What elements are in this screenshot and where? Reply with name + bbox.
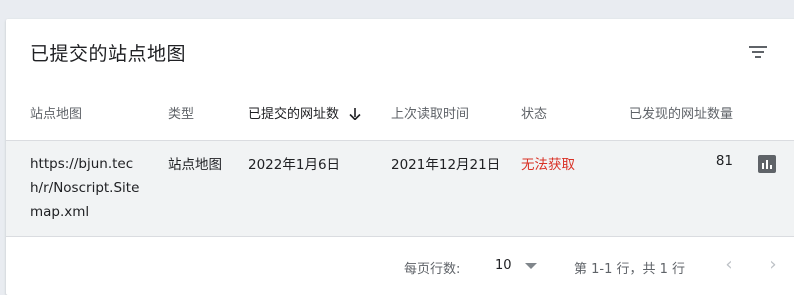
status-badge: 无法获取 [521,157,575,173]
column-header-type[interactable]: 类型 [168,103,194,122]
chevron-left-icon: ‹ [725,254,733,275]
discovered-count: 81 [715,153,733,169]
last-read-date: 2021年12月21日 [391,157,501,173]
table-header-row: 站点地图 类型 已提交的网址数 上次读取时间 状态 已发现的网址数量 [6,89,794,141]
arrow-down-icon [349,108,361,120]
rows-per-page-select[interactable]: 10 [495,258,512,273]
sitemap-type: 站点地图 [168,157,222,173]
column-header-sitemap[interactable]: 站点地图 [30,103,82,122]
sitemap-url[interactable]: https://bjun.tech/r/Noscript.Sitemap.xml [30,152,146,224]
chevron-right-icon: › [769,254,777,275]
rows-per-page-label: 每页行数: [404,262,461,277]
submitted-date: 2022年1月6日 [248,157,341,173]
pagination-bar: 每页行数: 10 第 1-1 行，共 1 行 ‹ › [6,238,794,295]
filter-button[interactable] [744,38,772,66]
filter-list-icon [749,46,767,58]
column-header-discovered[interactable]: 已发现的网址数量 [629,103,733,122]
previous-page-button[interactable]: ‹ [717,253,741,277]
submitted-sitemaps-card: 已提交的站点地图 站点地图 类型 已提交的网址数 上次读取时间 状态 已发现的网… [6,19,794,295]
card-title: 已提交的站点地图 [30,43,187,65]
pagination-range: 第 1-1 行，共 1 行 [574,262,686,277]
table-row[interactable]: https://bjun.tech/r/Noscript.Sitemap.xml… [6,141,794,237]
next-page-button[interactable]: › [761,253,785,277]
chevron-down-icon[interactable] [525,263,537,269]
column-header-submitted[interactable]: 已提交的网址数 [248,103,361,122]
column-header-status[interactable]: 状态 [521,103,547,122]
view-report-button[interactable] [758,155,776,173]
column-header-last-read[interactable]: 上次读取时间 [391,103,469,122]
